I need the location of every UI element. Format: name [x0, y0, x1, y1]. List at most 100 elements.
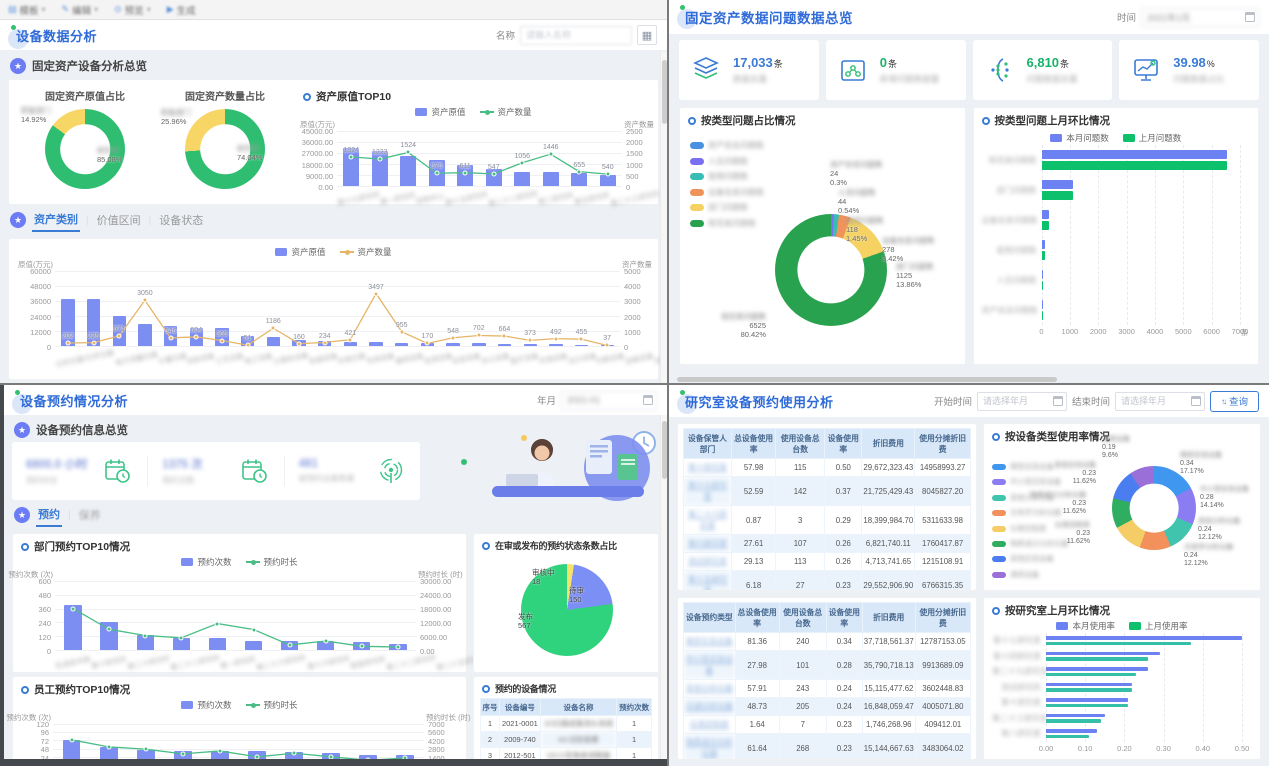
scrollbar-thumb[interactable] — [662, 60, 667, 124]
woman-at-desk-illustration — [434, 434, 659, 504]
table-row[interactable]: 第十九研究室52.591420.3721,725,429.438045827.2… — [684, 477, 971, 506]
axis-tick: 45000.00 — [302, 127, 333, 136]
calendar-icon[interactable] — [643, 395, 653, 405]
table-row[interactable]: 仪表控制类1.6470.231,746,268.96409412.01 — [684, 716, 971, 734]
star-icon: ★ — [10, 58, 26, 74]
table-row[interactable]: 第六研究室27.611070.266,821,740.111760417.87 — [684, 535, 971, 553]
table-row[interactable]: 第十五研究室6.18270.2329,552,906.906766315.35 — [684, 571, 971, 592]
table-cell: 1 — [481, 716, 500, 732]
column-header: 折旧费用 — [862, 603, 915, 633]
tab-maintenance[interactable]: 保养 — [77, 504, 103, 526]
table-row[interactable]: 其他分析仪器57.912430.2415,115,477.623602448.8… — [684, 680, 971, 698]
asset-count-donut-block: 固定资产数量占比 研究所74.04%职能部门25.96% — [155, 84, 295, 200]
data-label: 1324 — [343, 147, 359, 154]
employee-top10-card: 员工预约TOP10情况 预约次数预约时长预约次数 (次)120967248240… — [12, 676, 467, 766]
column-header: 使用设备总台数 — [776, 429, 825, 459]
table-row[interactable]: 第二十六研究室0.8730.2918,399,984.705311633.98 — [684, 506, 971, 535]
calendar-icon[interactable] — [1053, 396, 1063, 406]
table-row[interactable]: 第十研究室57.981150.5029,672,323.4314958993.2… — [684, 459, 971, 477]
line-point — [179, 635, 184, 640]
table-cell: 16,848,059.47 — [862, 698, 915, 716]
pencil-icon: ✎ — [62, 4, 70, 15]
scrollbar-thumb[interactable] — [662, 421, 667, 479]
time-filter-input[interactable] — [1141, 8, 1259, 27]
query-button[interactable]: ↑↓查询 — [1210, 391, 1259, 412]
axis-tick: 0.50 — [1235, 744, 1250, 753]
lab-mom-card: 按研究室上月环比情况 本月使用率上月使用率第十七研究室第十四研究室第二十九研究室… — [983, 597, 1261, 760]
chart-title: 在审或发布的预约状态条数占比 — [495, 539, 617, 552]
table-row[interactable]: 22009-740AC试验装置1 — [481, 732, 652, 748]
q2-body: 17,033条数据总量 0条新增问题数据量 6,810条问题数据总量 39.98… — [669, 34, 1269, 383]
table-row[interactable]: 微型实验设备81.362400.3437,718,561.3712787153.… — [684, 633, 971, 651]
table-row[interactable]: 物质成分分析仪器61.642680.2315,144,667.633483064… — [684, 734, 971, 761]
table-row[interactable]: 12021-00012D扫描成像测头系统1 — [481, 716, 652, 732]
tab-device-status[interactable]: 设备状态 — [157, 209, 205, 231]
bar-this-month — [1042, 300, 1043, 309]
axis-tick: 2000 — [624, 313, 641, 322]
horizontal-scrollbar[interactable] — [677, 377, 1057, 382]
page-title: 研究室设备预约使用分析 — [685, 392, 834, 411]
bar-last-month — [1046, 735, 1089, 739]
category-label: 试验设备 — [186, 354, 215, 364]
table-cell: 0.87 — [732, 506, 776, 535]
toolbar-preview-button[interactable]: ⊙预览▾ — [114, 3, 151, 17]
slice-label: 资产状态问题数240.3% — [830, 160, 883, 187]
table-row[interactable]: 中小型实验设备27.981010.2835,790,718.139913689.… — [684, 651, 971, 680]
category-label: 第二十三研究室 — [992, 713, 1046, 724]
table-cell: 29,672,323.43 — [862, 459, 915, 477]
table-row[interactable]: 光谱分析仪器48.732050.2416,848,059.474005071.8… — [684, 698, 971, 716]
quadrant-lab-usage-analysis: 研究室设备预约使用分析 开始时间 结束时间 ↑↓查询 设备保管人部门总设备使用率… — [669, 385, 1269, 766]
table-cell: 3 — [776, 506, 825, 535]
table-cell: 微型实验设备 — [684, 633, 736, 651]
category-label: 第五研究所 — [574, 194, 610, 204]
table-cell: 第十九研究室 — [684, 477, 732, 506]
axis-tick: 4000 — [1147, 327, 1164, 336]
data-label: 373 — [524, 330, 536, 337]
star-icon: ★ — [10, 212, 26, 228]
category-label: 第十七研究室 — [992, 635, 1046, 646]
slice-label: 规范类问题数652580.42% — [698, 312, 766, 339]
calendar-icon[interactable] — [1191, 396, 1201, 406]
category-label: 第二十六研究所 — [256, 658, 306, 668]
toolbar-template-button[interactable]: ▤模板▾ — [8, 3, 46, 17]
data-label: 170 — [422, 333, 434, 340]
table-cell: 0.37 — [825, 477, 862, 506]
slice-label: 中小型实验设备0.2814.14% — [1200, 486, 1249, 510]
column-header: 设备预约类型 — [684, 603, 736, 633]
table-cell: 第六研究室 — [684, 535, 732, 553]
name-filter-input[interactable] — [520, 26, 632, 45]
axis-tick: 36000 — [30, 297, 51, 306]
monitor-chart-icon — [1129, 53, 1163, 87]
tab-value-range[interactable]: 价值区间 — [95, 209, 143, 231]
table-row[interactable]: 测试研究室29.131130.264,713,741.651215108.91 — [684, 553, 971, 571]
dept-usage-table: 设备保管人部门总设备使用率使用设备总台数设备使用率折旧费用使用分摊折旧费第十研究… — [677, 423, 977, 591]
table-cell: 第十五研究室 — [684, 571, 732, 592]
tab-asset-category[interactable]: 资产类别 — [32, 208, 80, 232]
section-asset-overview: ★ 固定资产设备分析总览 — [8, 55, 659, 77]
category-label: 医疗设备 — [510, 354, 539, 364]
data-label: 1524 — [400, 142, 416, 149]
toolbar-generate-button[interactable]: ▶生成 — [167, 3, 196, 17]
toolbar-edit-button[interactable]: ✎编辑▾ — [62, 3, 99, 17]
line-point — [296, 341, 301, 346]
line-point — [69, 737, 74, 742]
vertical-scrollbar[interactable] — [660, 52, 667, 383]
table-cell: 7 — [779, 716, 826, 734]
search-grid-icon[interactable]: ▦ — [637, 25, 657, 45]
vertical-scrollbar[interactable] — [660, 415, 667, 759]
line-point — [143, 633, 148, 638]
table-cell: 57.91 — [735, 680, 779, 698]
slice-label: 光电学分析仪器0.2412.12% — [1184, 544, 1233, 568]
category-label: 动力设备 — [568, 354, 597, 364]
table-cell: 240 — [779, 633, 826, 651]
bar-this-month — [1042, 210, 1050, 219]
asset-tabs-row: ★ 资产类别 | 价值区间 | 设备状态 — [8, 205, 659, 235]
table-cell: 27.61 — [732, 535, 776, 553]
line-point — [322, 340, 327, 345]
page-title: 设备预约情况分析 — [20, 391, 128, 410]
calendar-icon[interactable] — [1245, 12, 1255, 22]
data-label: 37 — [603, 335, 611, 342]
data-label: 548 — [447, 328, 459, 335]
tab-reservation[interactable]: 预约 — [36, 503, 62, 527]
legend-item: 预约时长 — [246, 699, 298, 711]
